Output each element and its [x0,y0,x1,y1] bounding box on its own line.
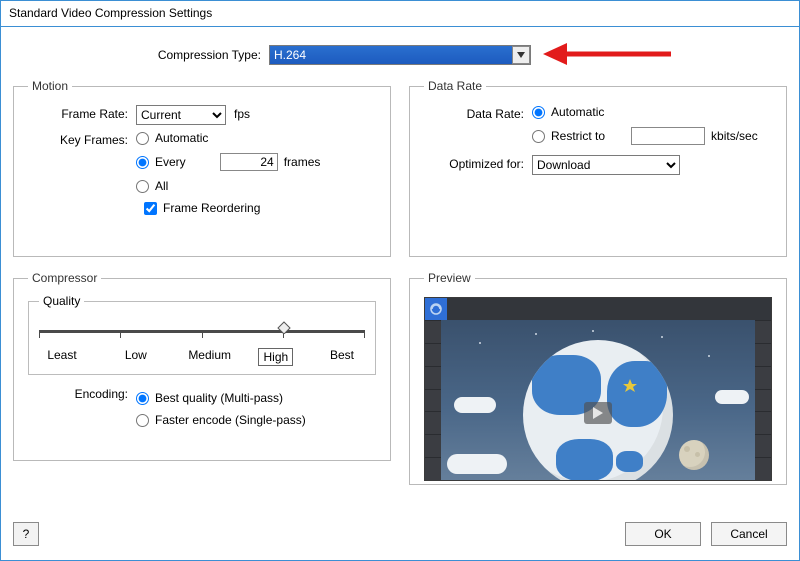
compression-type-combo[interactable]: H.264 [269,45,531,65]
frame-reordering-checkbox[interactable] [144,202,157,215]
kf-all-option[interactable]: All [136,179,320,193]
kf-every-radio[interactable] [136,156,149,169]
data-rate-group: Data Rate Data Rate: Automatic Restrict … [409,79,787,257]
compression-type-value: H.264 [270,48,512,62]
client-area: Compression Type: H.264 Motion [1,27,799,560]
quality-legend: Quality [39,294,84,308]
slider-thumb[interactable] [277,320,291,334]
compressor-legend: Compressor [28,271,101,285]
bottom-bar: ? OK Cancel [13,522,787,546]
data-rate-legend: Data Rate [424,79,486,93]
columns: Motion Frame Rate: Current fps Key Frame… [13,79,787,485]
frame-reordering-row: Frame Reordering [144,201,376,215]
encoding-best-radio[interactable] [136,392,149,405]
restrict-value-input[interactable] [631,127,705,145]
data-rate-label: Data Rate: [424,105,532,121]
location-marker-icon [623,378,637,392]
key-frames-options: Automatic Every frames All [136,131,320,193]
ok-button[interactable]: OK [625,522,701,546]
quality-label-least: Least [37,348,87,366]
dr-restrict-option[interactable]: Restrict to kbits/sec [532,127,758,145]
preview-box [424,297,772,481]
quality-group: Quality Least Low Medium Hig [28,301,376,375]
compression-type-label: Compression Type: [13,48,269,62]
optimized-row: Optimized for: Download [424,155,772,175]
slider-ticks [39,330,365,338]
kf-all-radio[interactable] [136,180,149,193]
quality-label-low: Low [111,348,161,366]
frame-reordering-label: Frame Reordering [163,201,260,215]
help-button[interactable]: ? [13,522,39,546]
dr-automatic-option[interactable]: Automatic [532,105,758,119]
quality-label-best: Best [317,348,367,366]
dr-restrict-radio[interactable] [532,130,545,143]
compression-type-row: Compression Type: H.264 [13,35,787,79]
preview-legend: Preview [424,271,475,285]
motion-legend: Motion [28,79,72,93]
optimized-select[interactable]: Download [532,155,680,175]
frame-rate-label: Frame Rate: [28,105,136,121]
title-bar: Standard Video Compression Settings [1,1,799,27]
encoding-options: Best quality (Multi-pass) Faster encode … [136,391,306,427]
kf-automatic-radio[interactable] [136,132,149,145]
motion-group: Motion Frame Rate: Current fps Key Frame… [13,79,391,257]
quality-label-medium: Medium [185,348,235,366]
cancel-button[interactable]: Cancel [711,522,787,546]
moon-icon [679,440,709,470]
annotation-arrow [543,39,673,69]
encoding-faster-radio[interactable] [136,414,149,427]
fps-suffix: fps [234,105,250,121]
kf-every-input[interactable] [220,153,278,171]
preview-app-icon [425,298,447,320]
quality-label-high: High [258,348,293,366]
quality-labels: Least Low Medium High Best [37,348,367,366]
dialog-window: Standard Video Compression Settings Comp… [0,0,800,561]
preview-top-strip [425,298,771,320]
preview-left-strip [425,320,441,480]
quality-slider[interactable] [39,322,365,346]
data-rate-row: Data Rate: Automatic Restrict to kbits/s… [424,105,772,145]
preview-scene [441,320,755,480]
window-title: Standard Video Compression Settings [9,6,212,20]
chevron-down-icon[interactable] [512,46,530,64]
frame-rate-select[interactable]: Current [136,105,226,125]
dr-automatic-radio[interactable] [532,106,545,119]
frame-rate-row: Frame Rate: Current fps [28,105,376,125]
kf-every-option[interactable]: Every frames [136,153,320,171]
key-frames-label: Key Frames: [28,131,136,147]
compressor-group: Compressor Quality Least Low [13,271,391,461]
right-column: Data Rate Data Rate: Automatic Restrict … [409,79,787,485]
key-frames-row: Key Frames: Automatic Every frames All [28,131,376,193]
encoding-label: Encoding: [28,385,136,401]
preview-right-strip [755,320,771,480]
play-button[interactable] [584,402,612,424]
encoding-faster-option[interactable]: Faster encode (Single-pass) [136,413,306,427]
data-rate-options: Automatic Restrict to kbits/sec [532,105,758,145]
encoding-best-option[interactable]: Best quality (Multi-pass) [136,391,306,405]
encoding-row: Encoding: Best quality (Multi-pass) Fast… [28,385,376,427]
kf-automatic-option[interactable]: Automatic [136,131,320,145]
preview-group: Preview [409,271,787,485]
left-column: Motion Frame Rate: Current fps Key Frame… [13,79,391,485]
optimized-label: Optimized for: [424,155,532,171]
